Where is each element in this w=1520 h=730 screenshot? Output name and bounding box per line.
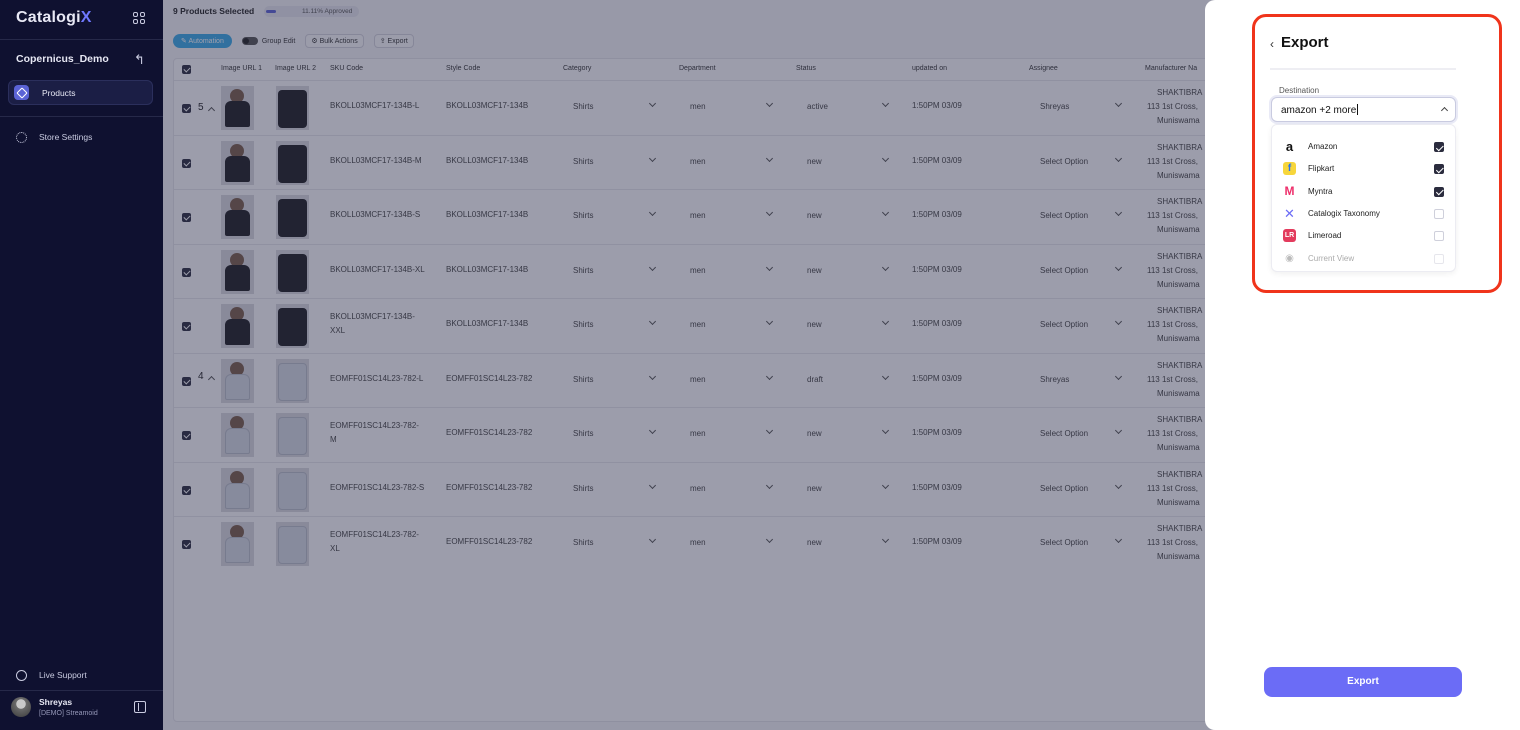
user-org: [DEMO] Streamoid	[39, 710, 98, 717]
switch-store-icon[interactable]: ↰	[134, 52, 145, 68]
sidebar-item-label: Store Settings	[39, 132, 93, 142]
sidebar: CatalogiX Copernicus_Demo ↰ Products Sto…	[0, 0, 163, 730]
highlight-box	[1252, 14, 1502, 293]
logo-accent: X	[80, 9, 92, 26]
sidebar-divider	[0, 116, 163, 117]
sidebar-item-label: Products	[42, 88, 76, 98]
sidebar-item-label: Live Support	[39, 670, 87, 680]
logo-text: Catalogi	[16, 9, 81, 26]
collapse-sidebar-icon[interactable]	[134, 701, 146, 713]
sidebar-divider	[0, 39, 163, 40]
sidebar-item-products[interactable]: Products	[8, 80, 153, 105]
apps-grid-icon[interactable]	[133, 12, 147, 26]
sidebar-item-live-support[interactable]: Live Support	[16, 670, 87, 682]
chat-icon	[16, 670, 27, 682]
catalogix-logo[interactable]: CatalogiX	[16, 9, 92, 27]
sidebar-item-store-settings[interactable]: Store Settings	[16, 132, 93, 144]
user-name: Shreyas	[39, 697, 73, 707]
gear-icon	[16, 132, 27, 144]
store-name: Copernicus_Demo	[16, 53, 109, 65]
avatar[interactable]	[11, 697, 31, 717]
export-button[interactable]: Export	[1264, 667, 1462, 697]
products-icon	[14, 85, 29, 100]
sidebar-divider	[0, 690, 163, 691]
